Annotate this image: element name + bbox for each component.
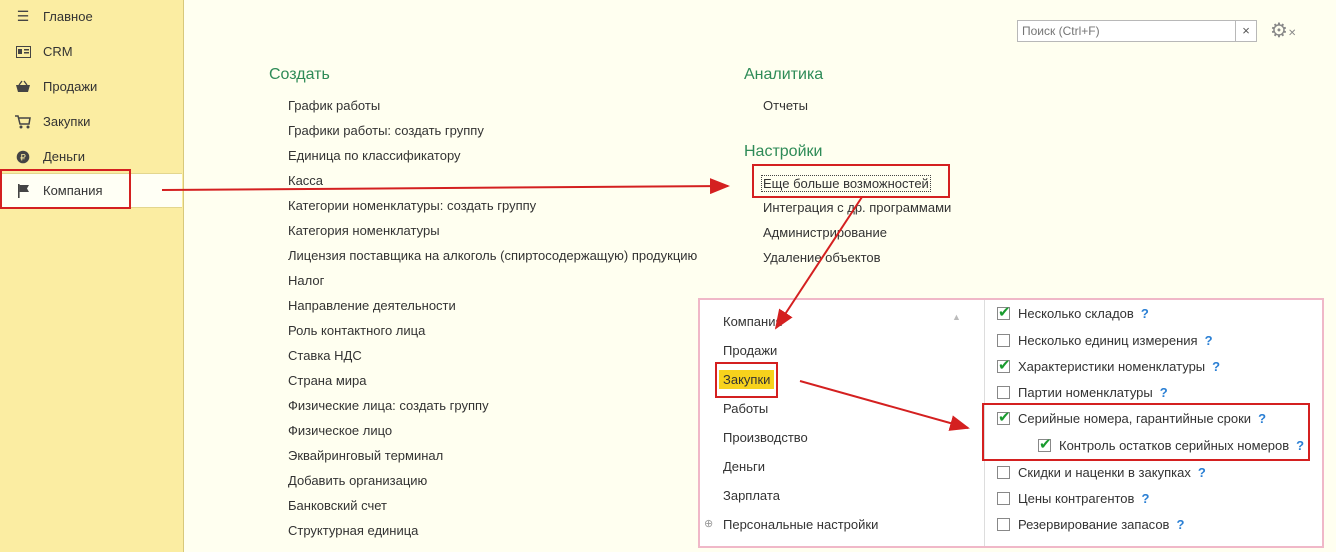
- option-row: Характеристики номенклатуры ?: [997, 356, 1220, 375]
- menu-icon: ☰: [16, 8, 30, 24]
- link-create-item[interactable]: Физические лица: создать группу: [288, 398, 489, 413]
- section-title-settings: Настройки: [744, 143, 823, 160]
- sidebar-item-label: Деньги: [43, 149, 85, 164]
- checkbox-item-characteristics[interactable]: [997, 356, 1011, 374]
- checkbox-stock-reservation[interactable]: [997, 517, 1010, 531]
- clear-search-button[interactable]: ×: [1235, 21, 1256, 41]
- link-create-item[interactable]: Графики работы: создать группу: [288, 123, 484, 138]
- link-create-item[interactable]: Налог: [288, 273, 324, 288]
- section-title-analytics: Аналитика: [744, 66, 824, 83]
- sidebar-item-crm[interactable]: CRM: [0, 35, 182, 68]
- panel-section-works[interactable]: Работы: [723, 401, 768, 416]
- help-icon[interactable]: ?: [1205, 333, 1213, 348]
- panel-section-sales[interactable]: Продажи: [723, 343, 777, 358]
- section-title-create: Создать: [269, 66, 330, 83]
- expand-icon[interactable]: ⊕: [704, 517, 713, 530]
- checkbox-multiple-units[interactable]: [997, 333, 1010, 347]
- link-create-item[interactable]: Категория номенклатуры: [288, 223, 440, 238]
- link-create-item[interactable]: Роль контактного лица: [288, 323, 425, 338]
- link-administration[interactable]: Администрирование: [763, 225, 887, 240]
- link-create-item[interactable]: Ставка НДС: [288, 348, 362, 363]
- svg-text:₽: ₽: [20, 153, 26, 163]
- panel-section-money[interactable]: Деньги: [723, 459, 765, 474]
- panel-section-company[interactable]: Компания: [723, 314, 783, 329]
- link-integration[interactable]: Интеграция с др. программами: [763, 200, 951, 215]
- gear-icon[interactable]: ⚙: [1270, 18, 1288, 43]
- help-icon[interactable]: ?: [1212, 359, 1220, 374]
- panel-section-personal[interactable]: Персональные настройки: [723, 517, 878, 532]
- cart-icon: [12, 114, 34, 130]
- basket-icon: [12, 79, 34, 95]
- sidebar-item-label: Закупки: [43, 114, 91, 129]
- sidebar-item-label: Продажи: [43, 79, 98, 94]
- link-create-item[interactable]: Единица по классификатору: [288, 148, 461, 163]
- link-create-item[interactable]: Физическое лицо: [288, 423, 392, 438]
- help-icon[interactable]: ?: [1141, 306, 1149, 321]
- option-row: Партии номенклатуры ?: [997, 383, 1168, 401]
- annotation-box-purchases: [715, 362, 778, 398]
- arrow-company-to-settings: [161, 178, 730, 195]
- option-label[interactable]: Несколько единиц измерения: [1018, 333, 1198, 348]
- search-input[interactable]: [1018, 21, 1238, 41]
- checkbox-multiple-warehouses[interactable]: [997, 303, 1011, 321]
- link-create-item[interactable]: Лицензия поставщика на алкоголь (спиртос…: [288, 248, 697, 263]
- link-create-item[interactable]: График работы: [288, 98, 380, 113]
- option-row: Несколько складов ?: [997, 303, 1149, 322]
- annotation-box-company: [0, 169, 131, 209]
- link-create-item[interactable]: Структурная единица: [288, 523, 418, 538]
- help-icon[interactable]: ?: [1176, 517, 1184, 532]
- link-reports[interactable]: Отчеты: [763, 98, 808, 113]
- sidebar-item-label: Главное: [43, 9, 93, 24]
- option-label[interactable]: Цены контрагентов: [1018, 491, 1134, 506]
- annotation-box-serial-numbers: [982, 403, 1310, 461]
- sidebar-item-purchases[interactable]: Закупки: [0, 105, 182, 138]
- help-icon[interactable]: ?: [1198, 465, 1206, 480]
- search-box: ×: [1017, 20, 1257, 42]
- panel-section-production[interactable]: Производство: [723, 430, 808, 445]
- sidebar-item-sales[interactable]: Продажи: [0, 70, 182, 103]
- option-row: Несколько единиц измерения ?: [997, 331, 1213, 349]
- option-label[interactable]: Резервирование запасов: [1018, 517, 1169, 532]
- annotation-box-more-features: [752, 164, 950, 198]
- link-create-item[interactable]: Страна мира: [288, 373, 366, 388]
- sidebar: ☰ Главное CRM Продажи Закупки ₽ Деньги К…: [0, 0, 184, 552]
- close-icon[interactable]: ✕: [1288, 28, 1296, 39]
- help-icon[interactable]: ?: [1160, 385, 1168, 400]
- option-row: Резервирование запасов ?: [997, 515, 1184, 533]
- link-create-item[interactable]: Эквайринговый терминал: [288, 448, 443, 463]
- sidebar-item-main[interactable]: ☰ Главное: [0, 0, 182, 33]
- coin-icon: ₽: [12, 149, 34, 165]
- checkbox-item-batches[interactable]: [997, 385, 1010, 399]
- help-icon[interactable]: ?: [1141, 491, 1149, 506]
- crm-card-icon: [12, 44, 34, 60]
- link-create-item[interactable]: Добавить организацию: [288, 473, 427, 488]
- link-delete-objects[interactable]: Удаление объектов: [763, 250, 881, 265]
- panel-section-salary[interactable]: Зарплата: [723, 488, 780, 503]
- link-create-item[interactable]: Категории номенклатуры: создать группу: [288, 198, 536, 213]
- link-create-item[interactable]: Направление деятельности: [288, 298, 456, 313]
- link-create-item[interactable]: Банковский счет: [288, 498, 387, 513]
- checkbox-discounts[interactable]: [997, 465, 1010, 479]
- link-create-item[interactable]: Касса: [288, 173, 323, 188]
- option-row: Скидки и наценки в закупках ?: [997, 463, 1206, 481]
- option-row: Цены контрагентов ?: [997, 489, 1149, 507]
- option-label[interactable]: Характеристики номенклатуры: [1018, 359, 1205, 374]
- scroll-up-icon[interactable]: ▲: [952, 312, 961, 322]
- option-label[interactable]: Несколько складов: [1018, 306, 1134, 321]
- checkbox-counterparty-prices[interactable]: [997, 491, 1010, 505]
- option-label[interactable]: Партии номенклатуры: [1018, 385, 1153, 400]
- option-label[interactable]: Скидки и наценки в закупках: [1018, 465, 1191, 480]
- sidebar-item-label: CRM: [43, 44, 73, 59]
